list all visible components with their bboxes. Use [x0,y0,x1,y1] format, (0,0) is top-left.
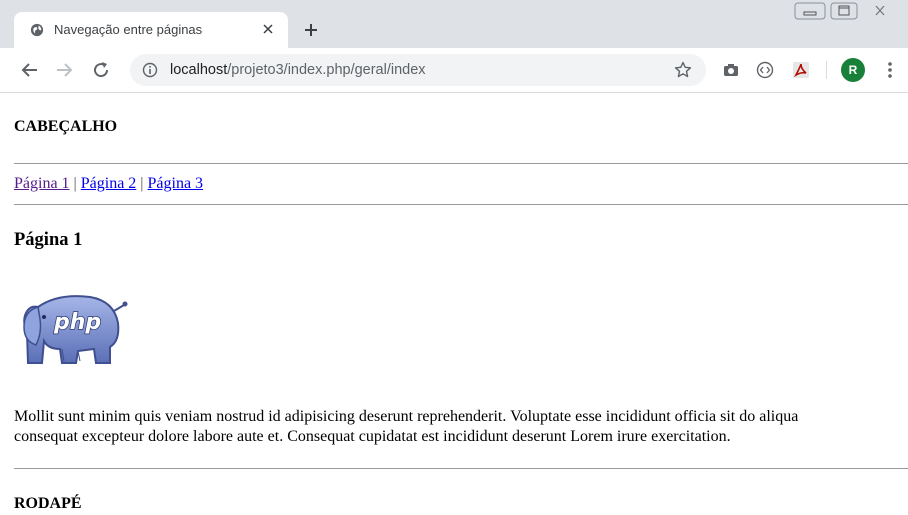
nav-link-page-2[interactable]: Página 2 [81,175,137,192]
tab-title: Navegação entre páginas [54,22,203,37]
star-icon[interactable] [674,61,692,79]
nav-link-page-1[interactable]: Página 1 [14,175,70,192]
reload-icon[interactable] [92,61,110,79]
window-controls [794,2,900,24]
kebab-menu-icon[interactable] [882,61,898,79]
back-arrow-icon[interactable] [21,61,39,79]
plus-icon[interactable] [303,22,319,38]
php-logo-text: php [53,310,101,335]
page-nav: Página 1 | Página 2 | Página 3 [14,175,203,193]
browser-titlebar: Navegação entre páginas [0,0,908,48]
paragraph-line-1: Mollit sunt minim quis veniam nostrud id… [14,408,799,425]
divider [14,163,908,164]
page-content: CABEÇALHO Página 1 | Página 2 | Página 3… [0,93,908,515]
page-footer: RODAPÉ [14,495,82,512]
camera-icon[interactable] [722,61,740,79]
page-title: Página 1 [14,230,83,250]
browser-toolbar: localhost/projeto3/index.php/geral/index… [0,48,908,93]
divider [14,204,908,205]
minimize-icon[interactable] [794,2,826,20]
url-path: /projeto3/index.php/geral/index [227,62,426,78]
window-close-icon[interactable] [864,2,896,20]
pdf-icon[interactable] [792,61,810,79]
php-elephant-logo: php [23,295,128,364]
divider [14,468,908,469]
nav-separator: | [140,175,144,192]
close-icon[interactable] [260,21,276,37]
globe-icon [30,23,44,37]
address-bar[interactable]: localhost/projeto3/index.php/geral/index [130,54,706,86]
code-icon[interactable] [756,61,774,79]
toolbar-divider [826,61,827,79]
paragraph-line-2: consequat excepteur dolore labore aute e… [14,428,731,445]
url-text: localhost/projeto3/index.php/geral/index [170,62,426,78]
nav-separator: | [73,175,77,192]
info-icon[interactable] [142,62,158,78]
profile-avatar[interactable]: R [841,58,865,82]
page-header: CABEÇALHO [14,118,118,135]
maximize-icon[interactable] [830,2,858,20]
url-host: localhost [170,62,228,78]
body-paragraph: Mollit sunt minim quis veniam nostrud id… [14,407,908,447]
nav-link-page-3[interactable]: Página 3 [148,175,204,192]
forward-arrow-icon[interactable] [55,61,73,79]
browser-tab[interactable]: Navegação entre páginas [14,12,288,48]
